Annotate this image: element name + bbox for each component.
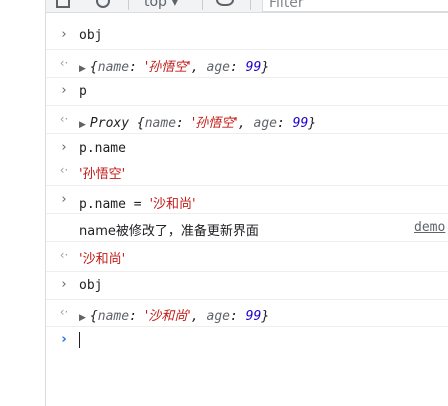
filter-input[interactable]: Filter	[262, 0, 448, 12]
input-text: obj	[79, 28, 103, 43]
console-output-row: ‹· '孙悟空'	[46, 158, 448, 186]
object-preview[interactable]: ▶ {name: '沙和尚', age: 99}	[79, 305, 269, 324]
source-link[interactable]: demo	[414, 220, 445, 235]
console-input-row: › p	[46, 78, 448, 106]
console-log-row: name被修改了，准备更新界面 demo	[46, 214, 448, 242]
expand-triangle-icon[interactable]: ▶	[79, 64, 86, 74]
console-output-row: ‹· ▶ {name: '孙悟空', age: 99}	[46, 50, 448, 78]
sidebar-icon[interactable]	[56, 0, 70, 8]
input-chevron-icon: ›	[61, 27, 67, 42]
input-text: obj	[79, 278, 103, 293]
toolbar-divider	[128, 0, 129, 10]
log-message: name被修改了，准备更新界面	[79, 224, 259, 239]
output-return-icon: ‹·	[59, 163, 69, 177]
clear-console-icon[interactable]	[96, 0, 110, 8]
console-output-row: ‹· ▶ {name: '沙和尚', age: 99}	[46, 299, 448, 327]
eye-icon[interactable]	[216, 0, 234, 6]
console-input-row: › obj	[46, 22, 448, 50]
console-prompt[interactable]: ›	[46, 327, 448, 355]
output-string: '沙和尚'	[79, 252, 126, 267]
object-preview[interactable]: ▶ Proxy {name: '孙悟空', age: 99}	[79, 112, 316, 131]
input-text: p	[79, 84, 87, 99]
input-text: p.name = '沙和尚'	[79, 197, 196, 212]
toolbar-divider	[250, 0, 251, 10]
expand-triangle-icon[interactable]: ▶	[79, 120, 86, 130]
console-input-row: › p.name	[46, 136, 448, 158]
console-output-row: ‹· '沙和尚'	[46, 242, 448, 272]
input-chevron-icon: ›	[61, 83, 67, 98]
input-chevron-icon: ›	[61, 277, 67, 292]
toolbar-divider	[202, 0, 203, 10]
text-cursor	[79, 332, 80, 348]
output-return-icon: ‹·	[59, 56, 69, 70]
input-text: p.name	[79, 141, 126, 156]
context-selector[interactable]: top ▾	[144, 0, 178, 10]
object-preview[interactable]: ▶ {name: '孙悟空', age: 99}	[79, 56, 269, 75]
output-return-icon: ‹·	[59, 112, 69, 126]
input-chevron-icon: ›	[61, 140, 67, 155]
console-input-row: › obj	[46, 272, 448, 300]
prompt-chevron-icon: ›	[61, 332, 67, 347]
output-return-icon: ‹·	[59, 305, 69, 319]
console-output-row: ‹· ▶ Proxy {name: '孙悟空', age: 99}	[46, 106, 448, 134]
console-input-row: › p.name = '沙和尚'	[46, 188, 448, 214]
input-chevron-icon: ›	[61, 192, 67, 207]
output-return-icon: ‹·	[59, 248, 69, 262]
expand-triangle-icon[interactable]: ▶	[79, 313, 86, 323]
console-toolbar: top ▾ Filter	[46, 0, 448, 13]
output-string: '孙悟空'	[79, 167, 126, 182]
